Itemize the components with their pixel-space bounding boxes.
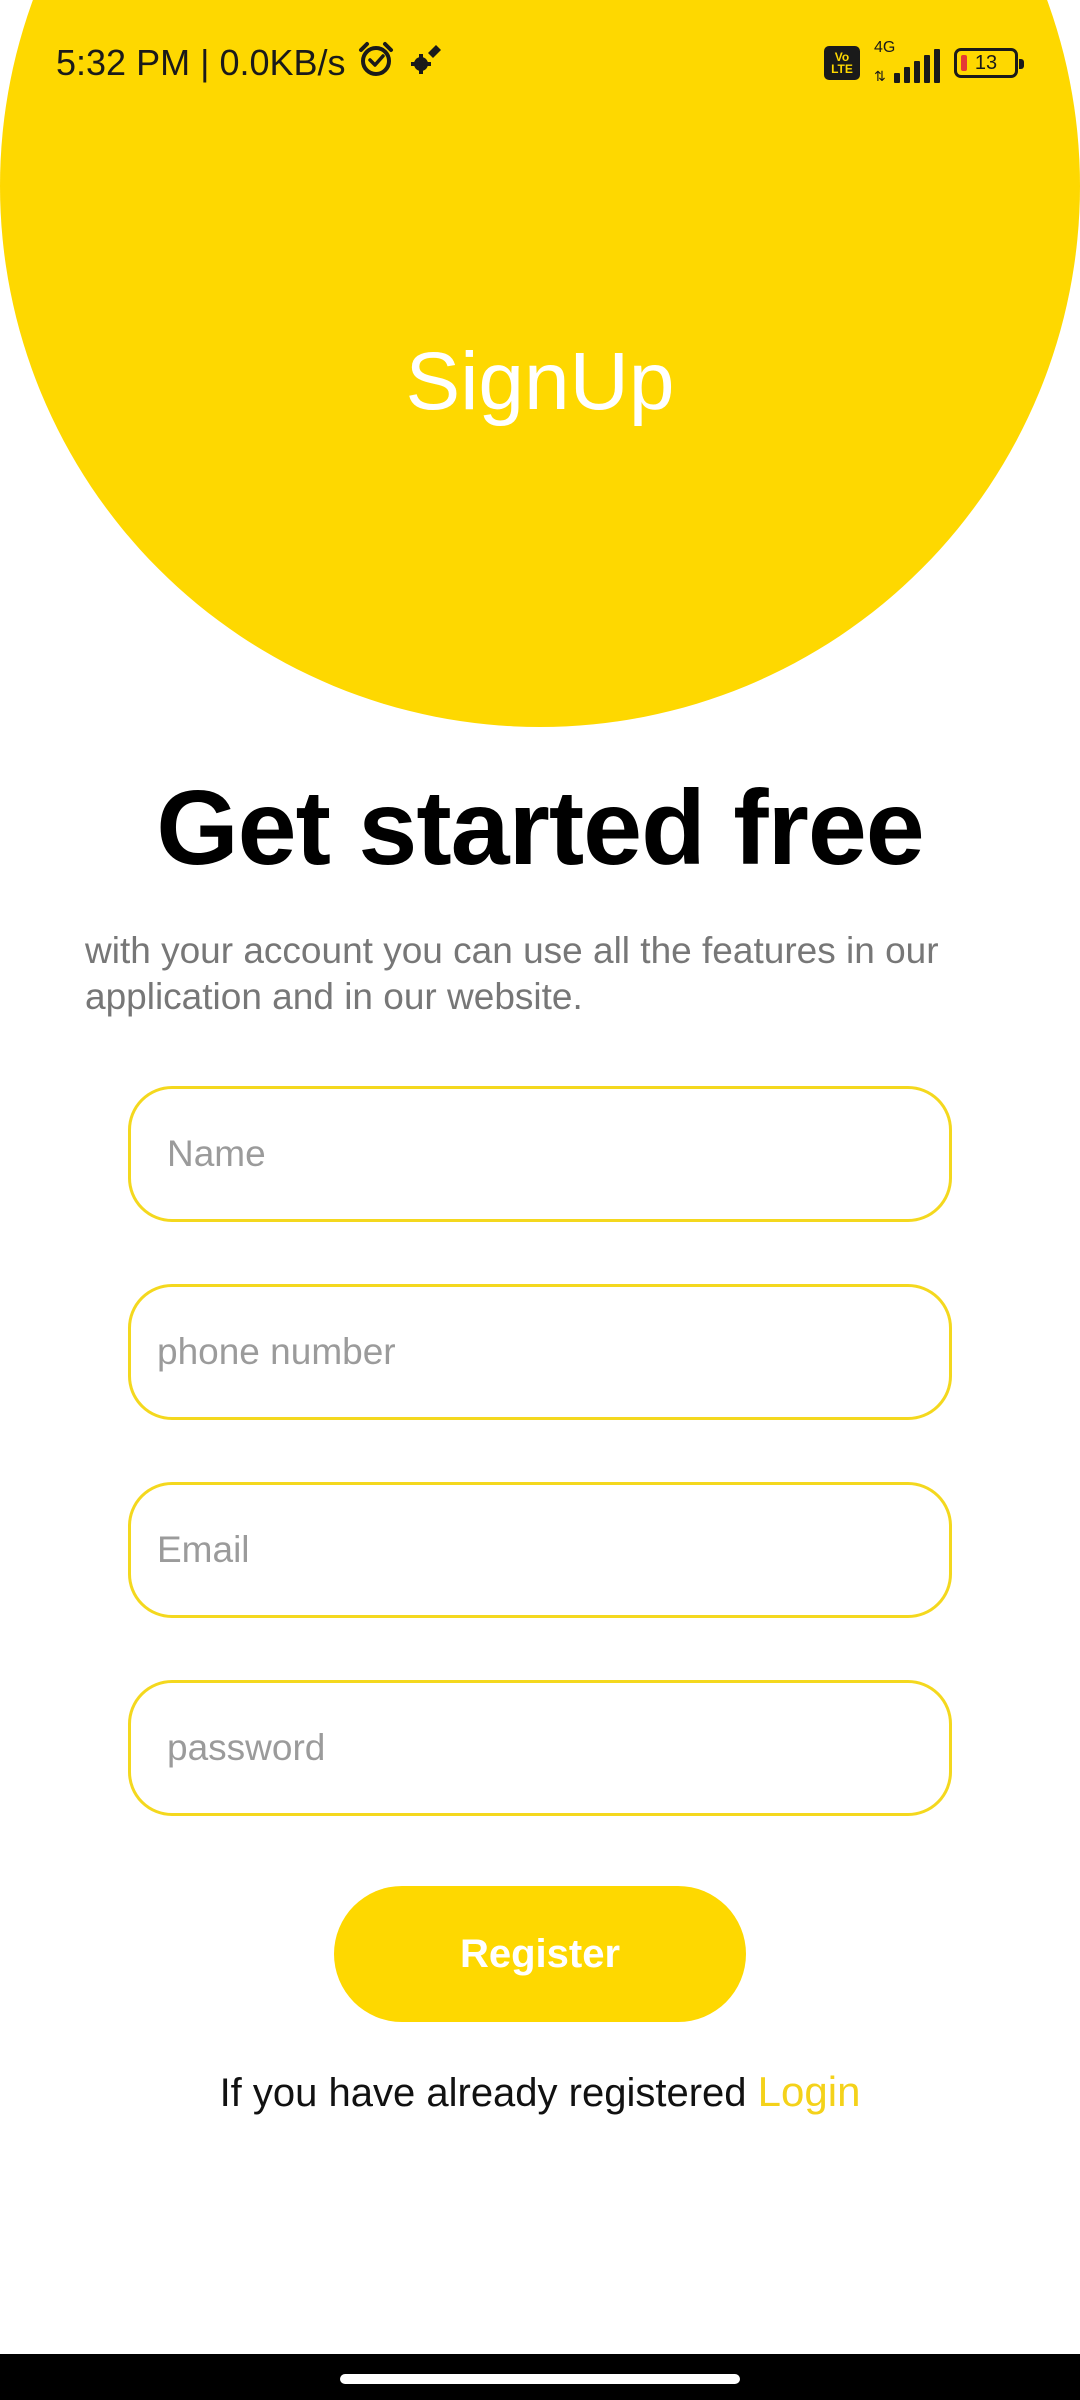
signal-bars: [894, 49, 940, 83]
battery-level: 13: [974, 51, 998, 74]
volte-bottom: LTE: [831, 62, 853, 76]
network-type: 4G: [874, 39, 896, 56]
login-link[interactable]: Login: [758, 2068, 861, 2115]
network-speed: 0.0KB/s: [219, 42, 346, 83]
volte-icon: Vo LTE: [824, 46, 860, 80]
signup-screen: 5:32 PM | 0.0KB/s Vo LTE 4G ⇅ 13 SignUp …: [0, 0, 1080, 2400]
password-field[interactable]: [128, 1680, 952, 1816]
data-arrows: ⇅: [874, 68, 886, 84]
battery-icon: 13: [954, 48, 1024, 78]
page-title: SignUp: [405, 336, 675, 427]
email-field[interactable]: [128, 1482, 952, 1618]
name-input[interactable]: [131, 1089, 949, 1219]
password-input[interactable]: [131, 1683, 949, 1813]
register-button[interactable]: Register: [334, 1886, 746, 2022]
navigation-bar: [0, 2354, 1080, 2400]
status-left: 5:32 PM | 0.0KB/s: [56, 39, 446, 88]
home-gesture-handle[interactable]: [340, 2374, 740, 2384]
signal-icon: 4G ⇅: [874, 39, 940, 84]
status-separator: |: [200, 42, 210, 83]
status-time: 5:32 PM: [56, 42, 191, 83]
name-field[interactable]: [128, 1086, 952, 1222]
login-prompt-text: If you have already registered: [219, 2071, 747, 2115]
login-prompt: If you have already registered Login: [0, 2068, 1080, 2116]
battery-low-indicator: [961, 55, 967, 71]
headline: Get started free: [156, 769, 925, 887]
status-right: Vo LTE 4G ⇅ 13: [824, 39, 1024, 84]
email-input[interactable]: [131, 1485, 949, 1615]
phone-field[interactable]: [128, 1284, 952, 1420]
alarm-clock-icon: [356, 39, 396, 88]
description: with your account you can use all the fe…: [85, 930, 939, 1017]
status-bar: 5:32 PM | 0.0KB/s Vo LTE 4G ⇅ 13: [0, 0, 1080, 126]
phone-input[interactable]: [131, 1287, 949, 1417]
gear-icon: [406, 39, 446, 88]
